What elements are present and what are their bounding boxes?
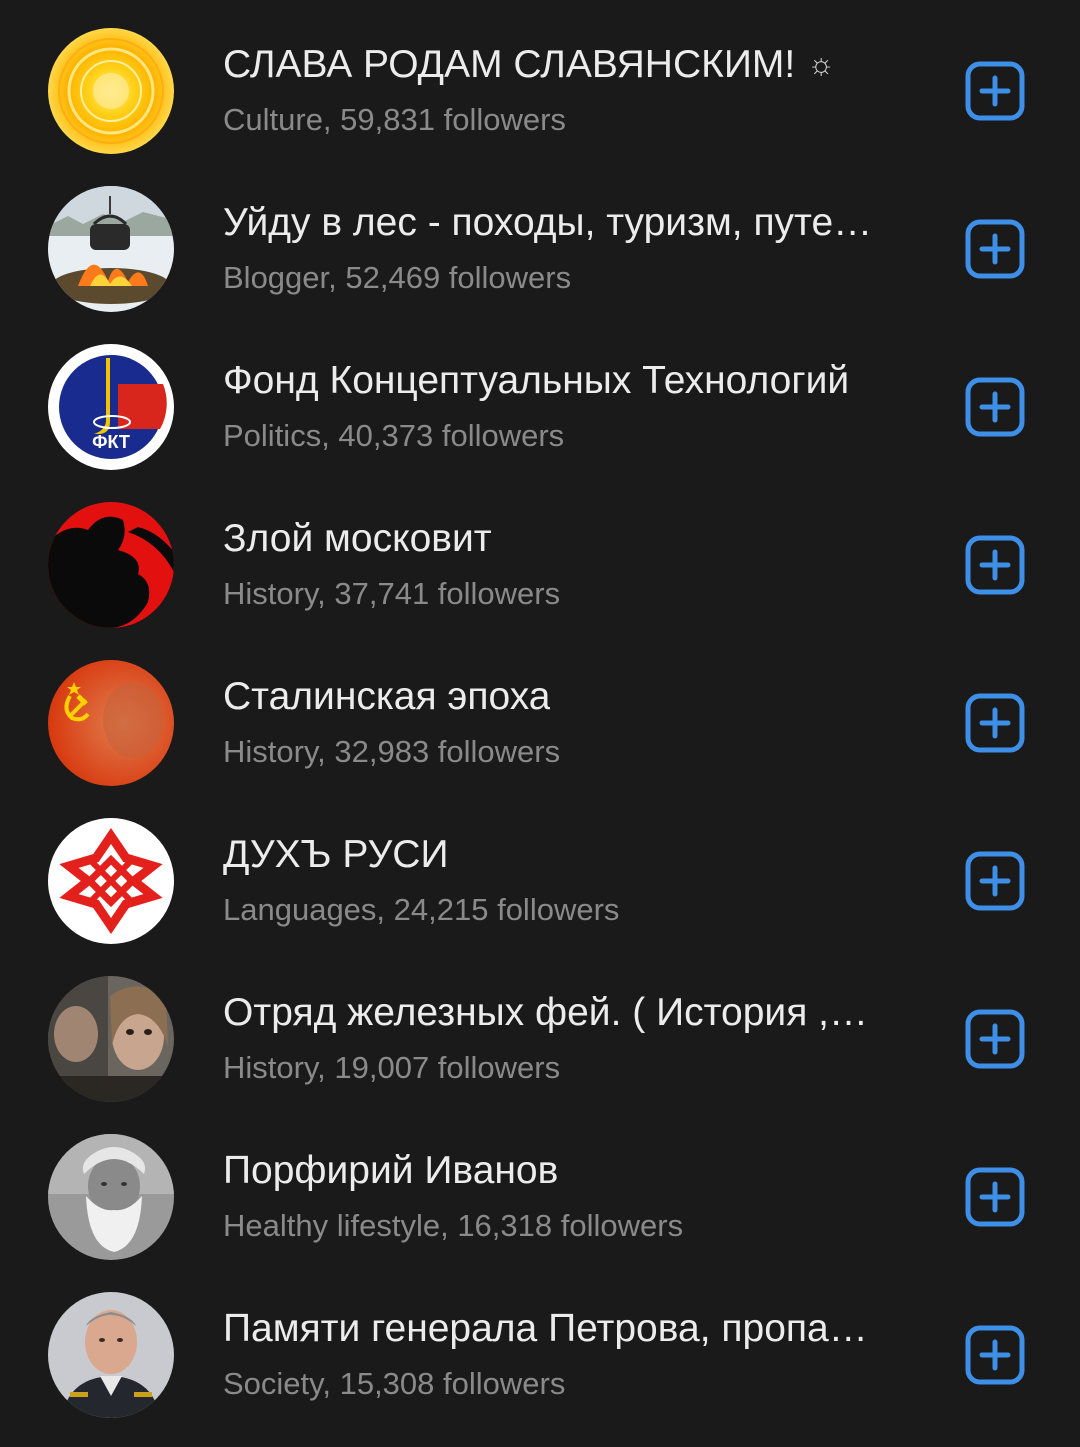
bearded-man-photo-avatar xyxy=(48,1134,174,1260)
plus-square-icon xyxy=(965,693,1025,753)
group-title[interactable]: Злой московит xyxy=(223,515,913,563)
avatar[interactable] xyxy=(48,976,174,1102)
add-group-button[interactable] xyxy=(965,1325,1025,1385)
group-subtitle: Healthy lifestyle, 16,318 followers xyxy=(223,1208,684,1243)
group-title[interactable]: СЛАВА РОДАМ СЛАВЯНСКИМ! ☼ xyxy=(223,41,913,89)
add-group-button[interactable] xyxy=(965,851,1025,911)
group-subtitle: History, 19,007 followers xyxy=(223,1050,561,1085)
list-item[interactable]: ДУХЪ РУСИ Languages, 24,215 followers xyxy=(0,802,1080,960)
group-subtitle: History, 32,983 followers xyxy=(223,734,561,769)
avatar[interactable] xyxy=(48,28,174,154)
list-item[interactable]: СЛАВА РОДАМ СЛАВЯНСКИМ! ☼ Culture, 59,83… xyxy=(0,12,1080,170)
add-group-button[interactable] xyxy=(965,1009,1025,1069)
fkt-logo-text: ФКТ xyxy=(92,432,130,452)
plus-square-icon xyxy=(965,219,1025,279)
group-title[interactable]: Уйду в лес - походы, туризм, путе… xyxy=(223,199,913,247)
avatar[interactable] xyxy=(48,502,174,628)
add-group-button[interactable] xyxy=(965,1167,1025,1227)
add-group-button[interactable] xyxy=(965,377,1025,437)
group-title[interactable]: Памяти генерала Петрова, пропа… xyxy=(223,1305,913,1353)
group-subtitle: Politics, 40,373 followers xyxy=(223,418,565,453)
list-item[interactable]: Памяти генерала Петрова, пропа… Society,… xyxy=(0,1276,1080,1434)
plus-square-icon xyxy=(965,377,1025,437)
add-group-button[interactable] xyxy=(965,535,1025,595)
group-subtitle: Languages, 24,215 followers xyxy=(223,892,620,927)
group-subtitle: Blogger, 52,469 followers xyxy=(223,260,572,295)
group-title[interactable]: Отряд железных фей. ( История ,… xyxy=(223,989,913,1037)
add-group-button[interactable] xyxy=(965,219,1025,279)
plus-square-icon xyxy=(965,535,1025,595)
group-title[interactable]: Порфирий Иванов xyxy=(223,1147,913,1195)
two-faces-photo-avatar xyxy=(48,976,174,1102)
hammer-sickle-avatar xyxy=(48,660,174,786)
group-title-text: Злой московит xyxy=(223,517,492,560)
list-item[interactable]: Сталинская эпоха History, 32,983 followe… xyxy=(0,644,1080,802)
campfire-kettle-avatar xyxy=(48,186,174,312)
golden-sun-avatar xyxy=(48,28,174,154)
group-title-text: Отряд железных фей. ( История ,… xyxy=(223,991,868,1034)
group-title[interactable]: ДУХЪ РУСИ xyxy=(223,831,913,879)
group-list: СЛАВА РОДАМ СЛАВЯНСКИМ! ☼ Culture, 59,83… xyxy=(0,0,1080,1434)
plus-square-icon xyxy=(965,851,1025,911)
fkt-emblem-avatar: ФКТ xyxy=(48,344,174,470)
group-subtitle: Culture, 59,831 followers xyxy=(223,102,566,137)
plus-square-icon xyxy=(965,61,1025,121)
plus-square-icon xyxy=(965,1009,1025,1069)
plus-square-icon xyxy=(965,1325,1025,1385)
group-title-text: Фонд Концептуальных Технологий xyxy=(223,359,850,402)
avatar[interactable] xyxy=(48,660,174,786)
avatar[interactable] xyxy=(48,1292,174,1418)
add-group-button[interactable] xyxy=(965,61,1025,121)
group-title-text: Порфирий Иванов xyxy=(223,1149,559,1192)
group-title[interactable]: Сталинская эпоха xyxy=(223,673,913,721)
red-black-silhouette-avatar xyxy=(48,502,174,628)
group-title-text: СЛАВА РОДАМ СЛАВЯНСКИМ! xyxy=(223,43,796,86)
list-item[interactable]: Отряд железных фей. ( История ,… History… xyxy=(0,960,1080,1118)
group-subtitle: History, 37,741 followers xyxy=(223,576,561,611)
group-title-text: ДУХЪ РУСИ xyxy=(223,833,449,876)
group-title-text: Сталинская эпоха xyxy=(223,675,551,718)
list-item[interactable]: ФКТ Фонд Концептуальных Технологий Polit… xyxy=(0,328,1080,486)
list-item[interactable]: Злой московит History, 37,741 followers xyxy=(0,486,1080,644)
group-title-text: Памяти генерала Петрова, пропа… xyxy=(223,1307,868,1350)
list-item[interactable]: Уйду в лес - походы, туризм, путе… Blogg… xyxy=(0,170,1080,328)
sun-symbol-icon: ☼ xyxy=(807,48,835,81)
red-star-symbol-avatar xyxy=(48,818,174,944)
group-title[interactable]: Фонд Концептуальных Технологий xyxy=(223,357,913,405)
avatar[interactable] xyxy=(48,186,174,312)
avatar[interactable] xyxy=(48,818,174,944)
plus-square-icon xyxy=(965,1167,1025,1227)
avatar[interactable]: ФКТ xyxy=(48,344,174,470)
group-title-text: Уйду в лес - походы, туризм, путе… xyxy=(223,201,873,244)
list-item[interactable]: Порфирий Иванов Healthy lifestyle, 16,31… xyxy=(0,1118,1080,1276)
general-portrait-avatar xyxy=(48,1292,174,1418)
group-subtitle: Society, 15,308 followers xyxy=(223,1366,566,1401)
avatar[interactable] xyxy=(48,1134,174,1260)
add-group-button[interactable] xyxy=(965,693,1025,753)
